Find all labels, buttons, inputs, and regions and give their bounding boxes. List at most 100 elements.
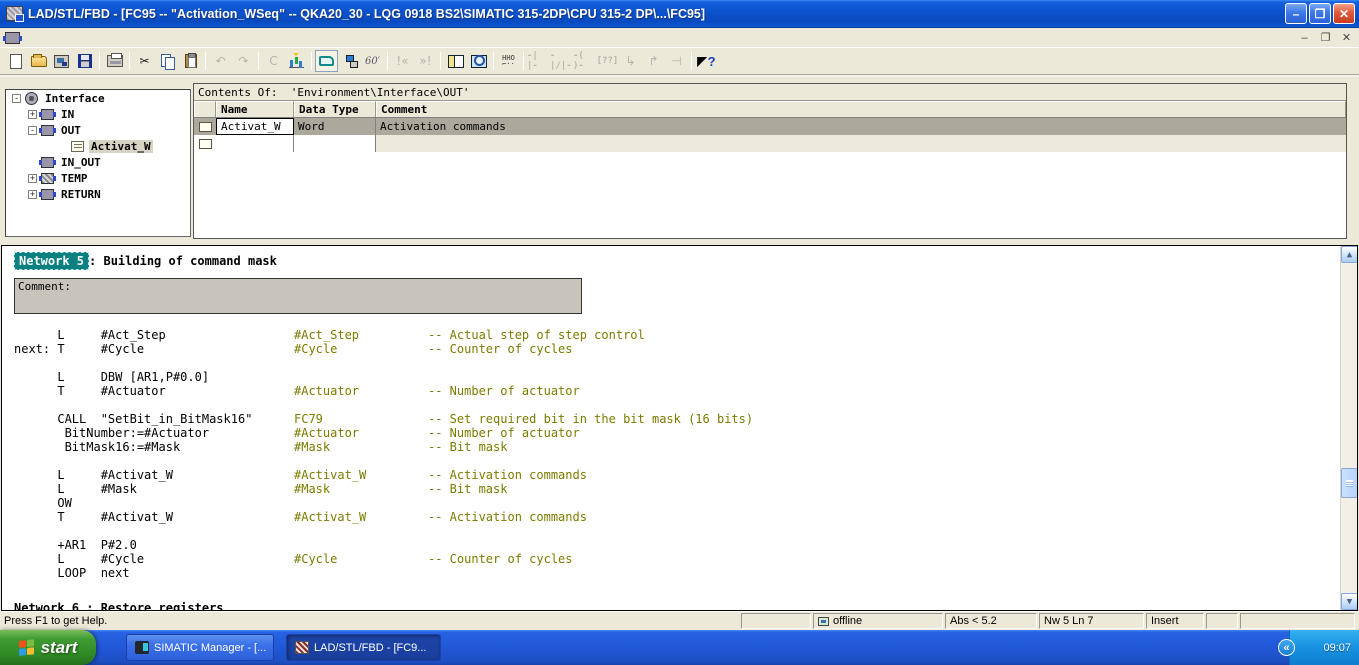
open-station-icon [54, 55, 69, 68]
symbol-selection-button[interactable] [338, 50, 361, 72]
tree-item[interactable]: + RETURN [6, 186, 190, 202]
status-segment-text: Insert [1151, 615, 1179, 627]
empty-box-button[interactable]: [??] [596, 50, 619, 72]
paste-button[interactable] [179, 50, 202, 72]
stl-code-line[interactable]: +AR1 P#2.0 [14, 538, 1337, 552]
goto-next-error-button[interactable]: »! [414, 50, 437, 72]
tree-item[interactable]: IN_OUT [6, 154, 190, 170]
interface-tree[interactable]: - Interface + IN - OUT Activat_W [5, 89, 191, 237]
help-cursor-button[interactable]: ◤? [695, 50, 718, 72]
collapse-icon[interactable]: - [12, 94, 21, 103]
expander-icon[interactable]: + [28, 174, 37, 183]
stl-comment: -- Bit mask [428, 440, 507, 454]
network-5-label[interactable]: Network 5 [14, 252, 89, 270]
stl-code-line[interactable] [14, 398, 1337, 412]
restore-button[interactable]: ❐ [1309, 3, 1331, 24]
table-row[interactable]: Activat_W Word Activation commands [194, 118, 1346, 135]
stl-code-line[interactable]: CALL "SetBit_in_BitMask16" FC79 -- Set r… [14, 412, 1337, 426]
close-button[interactable]: ✕ [1333, 3, 1355, 24]
window-title: LAD/STL/FBD - [FC95 -- "Activation_WSeq"… [28, 7, 1283, 21]
network-comment-box[interactable]: Comment: [14, 278, 582, 314]
comment-cell[interactable]: Activation commands [376, 118, 1346, 135]
symbol-info-columns-button[interactable]: HHO⌐·· [497, 50, 520, 72]
open-branch-button[interactable]: ↳ [619, 50, 642, 72]
save-button[interactable] [73, 50, 96, 72]
stl-code-line[interactable] [14, 356, 1337, 370]
close-branch-button[interactable]: ⊣ [665, 50, 688, 72]
stl-code-line[interactable]: BitMask16:=#Mask #Mask -- Bit mask [14, 440, 1337, 454]
mdi-minimize-button[interactable]: – [1296, 30, 1313, 45]
tree-item-interface[interactable]: - Interface [6, 90, 190, 106]
nc-contact-button[interactable]: -|/|- [550, 50, 573, 72]
overview-window-button[interactable] [467, 50, 490, 72]
address-monitor-button[interactable]: C [262, 50, 285, 72]
tree-item[interactable]: + IN [6, 106, 190, 122]
stl-code-line[interactable] [14, 524, 1337, 538]
stl-code-line[interactable]: L #Act_Step #Act_Step -- Actual step of … [14, 328, 1337, 342]
open-button[interactable] [27, 50, 50, 72]
stl-code-line[interactable]: T #Actuator #Actuator -- Number of actua… [14, 384, 1337, 398]
rung-end-button[interactable]: ↱ [642, 50, 665, 72]
undo-button[interactable]: ↶ [209, 50, 232, 72]
status-bar: Press F1 to get Help. offline Abs < 5.2 … [0, 611, 1359, 630]
pane-splitter[interactable] [0, 238, 1359, 245]
data-type-cell[interactable] [294, 135, 376, 152]
symbolic-representation-button[interactable] [315, 50, 338, 72]
scrollbar-thumb[interactable] [1341, 468, 1358, 498]
symbol-information-button[interactable]: 60′ [361, 50, 384, 72]
stl-code-line[interactable]: OW [14, 496, 1337, 510]
cut-button[interactable]: ✂ [133, 50, 156, 72]
stl-code-line[interactable]: T #Activat_W #Activat_W -- Activation co… [14, 510, 1337, 524]
scroll-down-button[interactable]: ▼ [1341, 593, 1358, 610]
no-contact-button[interactable]: -| |- [527, 50, 550, 72]
name-cell[interactable]: Activat_W [216, 118, 294, 135]
tree-item[interactable]: Activat_W [6, 138, 190, 154]
table-row[interactable] [194, 135, 1346, 152]
header-name[interactable]: Name [216, 101, 294, 117]
status-segment: Abs < 5.2 [945, 613, 1037, 629]
tree-item[interactable]: + TEMP [6, 170, 190, 186]
stl-code-line[interactable]: next: T #Cycle #Cycle -- Counter of cycl… [14, 342, 1337, 356]
windows-flag-icon [19, 639, 35, 657]
redo-button[interactable]: ↷ [232, 50, 255, 72]
print-button[interactable] [103, 50, 126, 72]
tree-item[interactable]: - OUT [6, 122, 190, 138]
hidden-icons-chevron[interactable]: « [1278, 639, 1295, 656]
network-6-title[interactable]: Network 6 : Restore registers [14, 601, 1337, 611]
goto-prev-error-button[interactable]: !« [391, 50, 414, 72]
mdi-document-icon[interactable] [5, 32, 20, 44]
header-data-type[interactable]: Data Type [294, 101, 376, 117]
header-comment[interactable]: Comment [376, 101, 1346, 117]
stl-symbol: #Cycle [294, 552, 428, 566]
stl-code-line[interactable]: L #Activat_W #Activat_W -- Activation co… [14, 468, 1337, 482]
stl-code-line[interactable]: L DBW [AR1,P#0.0] [14, 370, 1337, 384]
minimize-button[interactable]: – [1285, 3, 1307, 24]
coil-button[interactable]: -( )- [573, 50, 596, 72]
stl-code-line[interactable]: BitNumber:=#Actuator #Actuator -- Number… [14, 426, 1337, 440]
scroll-up-button[interactable]: ▲ [1341, 246, 1358, 263]
expander-icon[interactable]: + [28, 110, 37, 119]
mdi-close-button[interactable]: ✕ [1338, 30, 1355, 45]
comment-cell[interactable] [376, 135, 1346, 152]
program-status-button[interactable] [285, 50, 308, 72]
name-cell[interactable] [216, 135, 294, 152]
data-type-cell[interactable]: Word [294, 118, 376, 135]
stl-code-line[interactable]: L #Cycle #Cycle -- Counter of cycles [14, 552, 1337, 566]
stl-code-line[interactable] [14, 454, 1337, 468]
split-window-button[interactable] [444, 50, 467, 72]
open-station-button[interactable] [50, 50, 73, 72]
copy-button[interactable] [156, 50, 179, 72]
network-5-title[interactable]: Network 5: Building of command mask [14, 254, 1337, 272]
taskbar-button-lad-stl-fbd[interactable]: LAD/STL/FBD - [FC9... [286, 634, 441, 661]
expander-icon[interactable]: + [28, 190, 37, 199]
table-header: Name Data Type Comment [194, 101, 1346, 118]
stl-code-line[interactable]: L #Mask #Mask -- Bit mask [14, 482, 1337, 496]
stl-code-line[interactable]: LOOP next [14, 566, 1337, 580]
expander-icon[interactable]: - [28, 126, 37, 135]
new-button[interactable] [4, 50, 27, 72]
taskbar-button-simatic-manager[interactable]: SIMATIC Manager - [... [126, 634, 274, 661]
stl-code-editor[interactable]: Network 5: Building of command mask Comm… [1, 245, 1358, 611]
start-button[interactable]: start [0, 630, 96, 665]
mdi-restore-button[interactable]: ❐ [1317, 30, 1334, 45]
vertical-scrollbar[interactable]: ▲ ▼ [1340, 246, 1357, 610]
